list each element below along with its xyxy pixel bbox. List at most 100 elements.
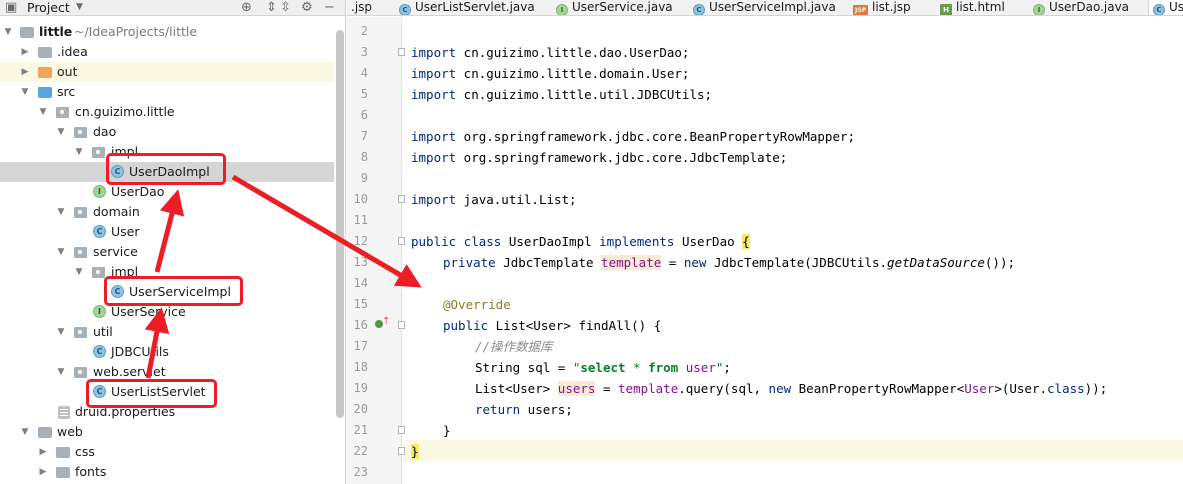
- tree-item-domain[interactable]: ▼ domain: [0, 202, 334, 222]
- locate-icon[interactable]: ⊕: [241, 0, 252, 15]
- code-line-21[interactable]: }: [443, 420, 451, 441]
- tree-item-label: User: [111, 224, 140, 239]
- tree-item-util[interactable]: ▼ util: [0, 322, 334, 342]
- line-number: 5: [360, 87, 368, 101]
- project-panel-scrollbar[interactable]: [336, 30, 344, 418]
- project-view-dropdown[interactable]: Project: [27, 0, 70, 15]
- fold-marker-icon[interactable]: [398, 426, 405, 434]
- tab-jsp[interactable]: .jsp: [351, 0, 372, 15]
- chevron-down-icon[interactable]: ▼: [56, 202, 66, 222]
- chevron-right-icon[interactable]: ▶: [20, 42, 30, 62]
- code-token: =: [595, 381, 619, 396]
- chevron-down-icon[interactable]: ▼: [56, 322, 66, 342]
- fold-marker-icon[interactable]: [398, 237, 405, 245]
- code-token: return: [475, 402, 521, 417]
- chevron-down-icon[interactable]: ▼: [38, 102, 48, 122]
- source-folder-icon: [38, 87, 52, 98]
- tree-item-little[interactable]: ▼ little ~/IdeaProjects/little: [0, 22, 334, 42]
- code-token: implements: [599, 234, 675, 249]
- code-line-15[interactable]: @Override: [443, 294, 511, 315]
- project-panel-header: ▣ Project ▼ ⊕ ⇕ ⇳ ⚙ −: [0, 0, 345, 16]
- project-path-hint: ~/IdeaProjects/little: [74, 24, 198, 39]
- tree-item-jdbcutils[interactable]: C JDBCUtils: [0, 342, 334, 362]
- html-file-icon: H: [940, 4, 952, 15]
- tree-item-src[interactable]: ▼ src: [0, 82, 334, 102]
- class-icon: C: [93, 345, 106, 358]
- code-line-19[interactable]: List<User> users = template.query(sql, n…: [475, 378, 1107, 399]
- tree-item-fonts[interactable]: ▶ fonts: [0, 462, 334, 482]
- web-folder-icon: [38, 427, 52, 438]
- tab-list-html[interactable]: Hlist.html: [940, 0, 1005, 15]
- line-number: 3: [360, 45, 368, 59]
- tree-item-user[interactable]: C User: [0, 222, 334, 242]
- tree-item-label: util: [93, 324, 113, 339]
- code-line-5[interactable]: import cn.guizimo.little.util.JDBCUtils;: [411, 84, 712, 105]
- code-line-4[interactable]: import cn.guizimo.little.domain.User;: [411, 63, 689, 84]
- chevron-down-icon[interactable]: ▼: [76, 0, 83, 15]
- gear-icon[interactable]: ⚙: [301, 0, 313, 15]
- code-line-13[interactable]: private JdbcTemplate template = new Jdbc…: [443, 252, 1015, 273]
- tree-item-dao[interactable]: ▼ dao: [0, 122, 334, 142]
- chevron-right-icon[interactable]: ▶: [38, 442, 48, 462]
- code-line-17[interactable]: //操作数据库: [475, 336, 553, 357]
- jsp-file-icon: JSP: [853, 5, 868, 15]
- code-line-12[interactable]: public class UserDaoImpl implements User…: [411, 231, 750, 252]
- chevron-down-icon[interactable]: ▼: [74, 262, 84, 282]
- code-line-18[interactable]: String sql = "select * from user";: [475, 357, 731, 378]
- tab-userserviceimpl-java[interactable]: C UserServiceImpl.java: [693, 0, 836, 15]
- fold-marker-icon[interactable]: [398, 195, 405, 203]
- chevron-down-icon[interactable]: ▼: [74, 142, 84, 162]
- chevron-down-icon[interactable]: ▼: [56, 122, 66, 142]
- tree-item-idea[interactable]: ▶ .idea: [0, 42, 334, 62]
- collapse-all-icon[interactable]: ⇳: [280, 0, 291, 15]
- line-number: 16: [353, 318, 368, 332]
- tree-item-label: out: [57, 64, 78, 79]
- tree-item-cn-guizimo-little[interactable]: ▼ cn.guizimo.little: [0, 102, 334, 122]
- fold-marker-icon[interactable]: [398, 321, 405, 329]
- tab-userlistservlet-java[interactable]: C UserListServlet.java: [399, 0, 535, 15]
- tree-item-out[interactable]: ▶ out: [0, 62, 334, 82]
- code-line-8[interactable]: import org.springframework.jdbc.core.Jdb…: [411, 147, 787, 168]
- code-line-16[interactable]: public List<User> findAll() {: [443, 315, 661, 336]
- code-token: import: [411, 192, 457, 207]
- code-token: BeanPropertyRowMapper<: [791, 381, 965, 396]
- expand-all-icon[interactable]: ⇕: [266, 0, 277, 15]
- tree-item-userdao[interactable]: I UserDao: [0, 182, 334, 202]
- minimize-icon[interactable]: −: [324, 0, 335, 15]
- line-number: 8: [360, 150, 368, 164]
- code-line-3[interactable]: import cn.guizimo.little.dao.UserDao;: [411, 42, 689, 63]
- code-line-10[interactable]: import java.util.List;: [411, 189, 577, 210]
- tree-item-web[interactable]: ▼ web: [0, 422, 334, 442]
- tab-userservice-java[interactable]: I UserService.java: [556, 0, 673, 15]
- chevron-down-icon[interactable]: ▼: [3, 22, 13, 42]
- chevron-down-icon[interactable]: ▼: [56, 362, 66, 382]
- code-line-7[interactable]: import org.springframework.jdbc.core.Bea…: [411, 126, 855, 147]
- tab-userdaoimpl-java[interactable]: C Us: [1148, 0, 1183, 15]
- code-token: }: [411, 444, 419, 459]
- code-line-22[interactable]: }: [411, 441, 419, 462]
- line-number: 7: [360, 129, 368, 143]
- project-tool-window: ▣ Project ▼ ⊕ ⇕ ⇳ ⚙ − ▼ little ~/IdeaPro…: [0, 0, 346, 484]
- tree-item-css[interactable]: ▶ css: [0, 442, 334, 462]
- chevron-right-icon[interactable]: ▶: [20, 62, 30, 82]
- interface-icon: I: [93, 305, 106, 318]
- fold-marker-icon[interactable]: [398, 48, 405, 56]
- highlight-box-userserviceimpl: [104, 276, 243, 306]
- code-token: users: [557, 381, 596, 396]
- chevron-right-icon[interactable]: ▶: [38, 462, 48, 482]
- code-token: getDataSource: [887, 255, 985, 270]
- tab-userdao-java[interactable]: I UserDao.java: [1033, 0, 1129, 15]
- package-icon: [92, 147, 105, 158]
- chevron-down-icon[interactable]: ▼: [20, 422, 30, 442]
- code-token: new: [768, 381, 792, 396]
- chevron-down-icon[interactable]: ▼: [56, 242, 66, 262]
- tab-list-jsp[interactable]: JSP list.jsp: [853, 0, 911, 15]
- code-token: import: [411, 129, 457, 144]
- excluded-folder-icon: [38, 67, 52, 78]
- interface-icon: I: [93, 185, 106, 198]
- fold-marker-icon[interactable]: [398, 447, 405, 455]
- tree-item-service[interactable]: ▼ service: [0, 242, 334, 262]
- chevron-down-icon[interactable]: ▼: [20, 82, 30, 102]
- code-line-20[interactable]: return users;: [475, 399, 573, 420]
